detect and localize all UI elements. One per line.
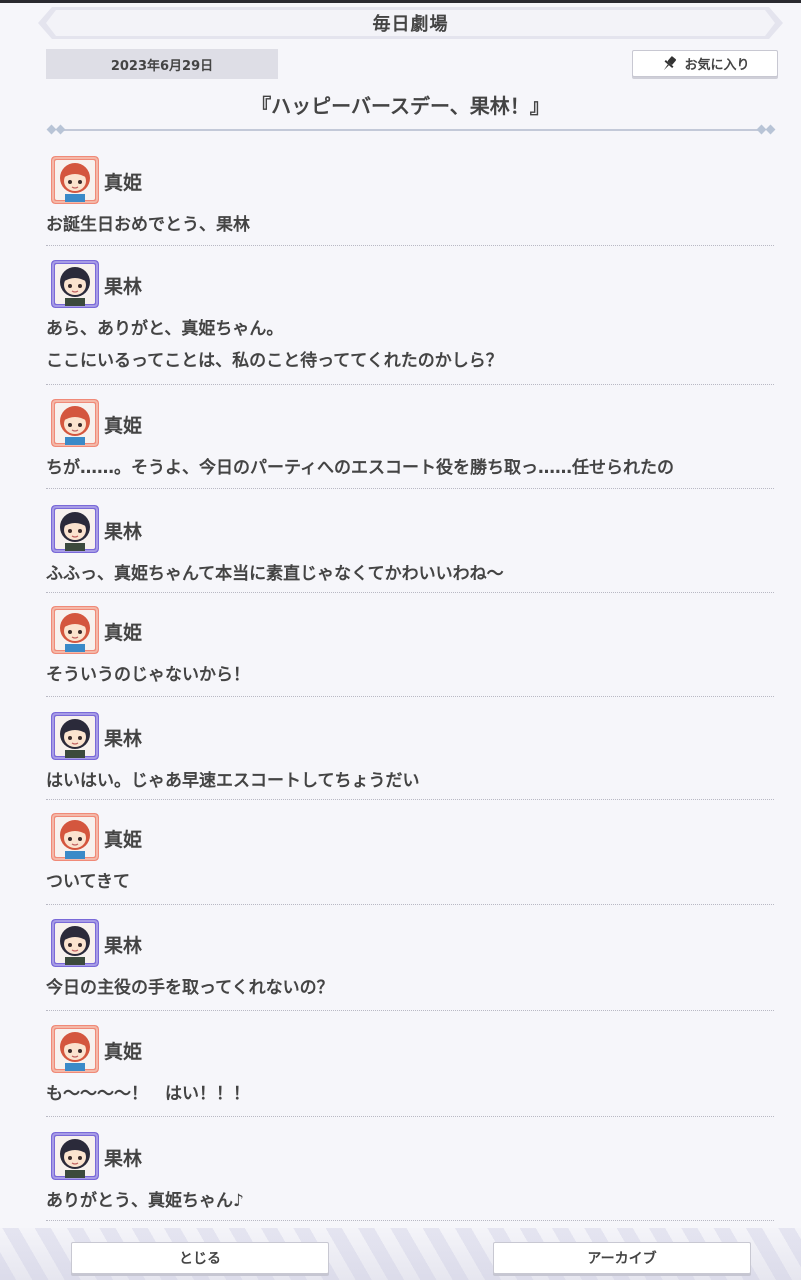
speaker-name: 真姫	[104, 829, 143, 851]
message-item: 真姫そういうのじゃないから！	[46, 600, 774, 697]
speaker-name: 果林	[104, 1148, 143, 1170]
message-item: 果林はいはい。じゃあ早速エスコートしてちょうだい	[46, 706, 774, 800]
message-item: 真姫も～～～～！ はい！！！	[46, 1019, 774, 1117]
archive-button[interactable]: アーカイブ	[493, 1242, 751, 1274]
speaker-name: 果林	[104, 935, 143, 957]
karin-avatar-icon	[51, 712, 99, 760]
karin-avatar-icon	[51, 505, 99, 553]
karin-avatar-icon	[51, 919, 99, 967]
karin-avatar-icon	[51, 260, 99, 308]
story-title: 『ハッピーバースデー、果林！』	[251, 94, 550, 118]
favorite-label: お気に入り	[684, 58, 750, 73]
message-text: も～～～～！ はい！！！	[46, 1084, 250, 1104]
top-strip	[0, 0, 801, 3]
speaker-name: 果林	[104, 521, 143, 543]
message-text: ここにいるってことは、私のこと待っててくれたのかしら？	[46, 351, 503, 371]
maki-avatar-icon	[51, 813, 99, 861]
date-label: 2023年6月29日	[46, 49, 278, 79]
speaker-name: 真姫	[104, 172, 143, 194]
message-item: 果林今日の主役の手を取ってくれないの？	[46, 913, 774, 1011]
message-text: あら、ありがと、真姫ちゃん。	[46, 319, 284, 339]
message-item: 果林ありがとう、真姫ちゃん♪	[46, 1126, 774, 1221]
maki-avatar-icon	[51, 1025, 99, 1073]
message-text: はいはい。じゃあ早速エスコートしてちょうだい	[46, 771, 420, 791]
karin-avatar-icon	[51, 1132, 99, 1180]
message-text: ありがとう、真姫ちゃん♪	[46, 1191, 244, 1211]
page-title: 毎日劇場	[372, 14, 449, 35]
message-text: お誕生日おめでとう、果林	[46, 215, 250, 235]
message-text: ふふっ、真姫ちゃんて本当に素直じゃなくてかわいいわね～	[46, 564, 504, 584]
speaker-name: 真姫	[104, 1041, 143, 1063]
maki-avatar-icon	[51, 399, 99, 447]
message-item: 果林ふふっ、真姫ちゃんて本当に素直じゃなくてかわいいわね～	[46, 499, 774, 593]
header-banner: 毎日劇場	[38, 7, 783, 39]
message-item: 果林あら、ありがと、真姫ちゃん。ここにいるってことは、私のこと待っててくれたのか…	[46, 254, 774, 385]
message-text: そういうのじゃないから！	[46, 665, 250, 685]
favorite-button[interactable]: お気に入り	[632, 50, 778, 77]
pin-icon	[660, 55, 678, 73]
maki-avatar-icon	[51, 156, 99, 204]
speaker-name: 果林	[104, 728, 143, 750]
message-item: 真姫ちが……。そうよ、今日のパーティへのエスコート役を勝ち取っ……任せられたの	[46, 393, 774, 489]
message-text: ついてきて	[46, 872, 130, 892]
speaker-name: 真姫	[104, 622, 143, 644]
maki-avatar-icon	[51, 606, 99, 654]
message-item: 真姫ついてきて	[46, 807, 774, 905]
message-item: 真姫お誕生日おめでとう、果林	[46, 150, 774, 246]
message-text: ちが……。そうよ、今日のパーティへのエスコート役を勝ち取っ……任せられたの	[46, 458, 674, 478]
title-divider	[46, 123, 776, 137]
speaker-name: 真姫	[104, 415, 143, 437]
close-button[interactable]: とじる	[71, 1242, 329, 1274]
speaker-name: 果林	[104, 276, 143, 298]
message-text: 今日の主役の手を取ってくれないの？	[46, 978, 334, 998]
